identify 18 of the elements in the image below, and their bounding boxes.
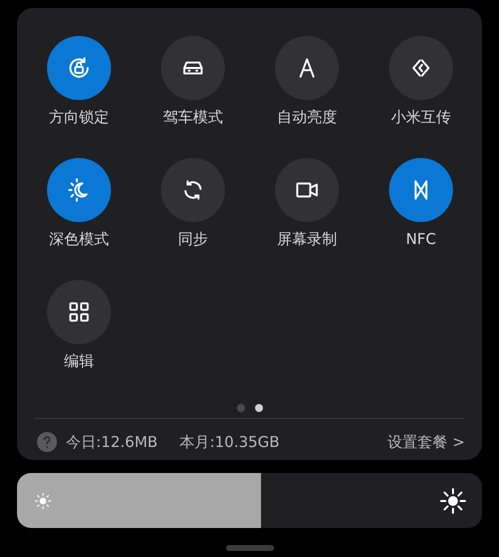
- dim-sun-icon: [33, 490, 53, 510]
- page-dot[interactable]: [236, 404, 244, 412]
- plan-settings-link[interactable]: 设置套餐 >: [388, 432, 465, 452]
- toggle-label: 屏幕录制: [277, 229, 337, 250]
- help-icon[interactable]: [36, 431, 58, 453]
- brightness-slider[interactable]: [17, 473, 482, 528]
- toggle-label: NFC: [406, 229, 436, 250]
- toggle-label: 小米互传: [391, 107, 451, 128]
- toggle-label: 同步: [178, 229, 208, 250]
- data-usage-today: 今日:12.6MB: [66, 432, 158, 452]
- page-dot[interactable]: [254, 404, 262, 412]
- toggle-label: 驾车模式: [163, 107, 223, 128]
- toggle-label: 方向锁定: [49, 107, 109, 128]
- toggle-label: 编辑: [64, 351, 94, 372]
- bright-sun-icon: [440, 488, 466, 514]
- toggle-label: 深色模式: [49, 229, 109, 250]
- data-usage-month: 本月:10.35GB: [180, 432, 280, 452]
- toggle-label: 自动亮度: [277, 107, 337, 128]
